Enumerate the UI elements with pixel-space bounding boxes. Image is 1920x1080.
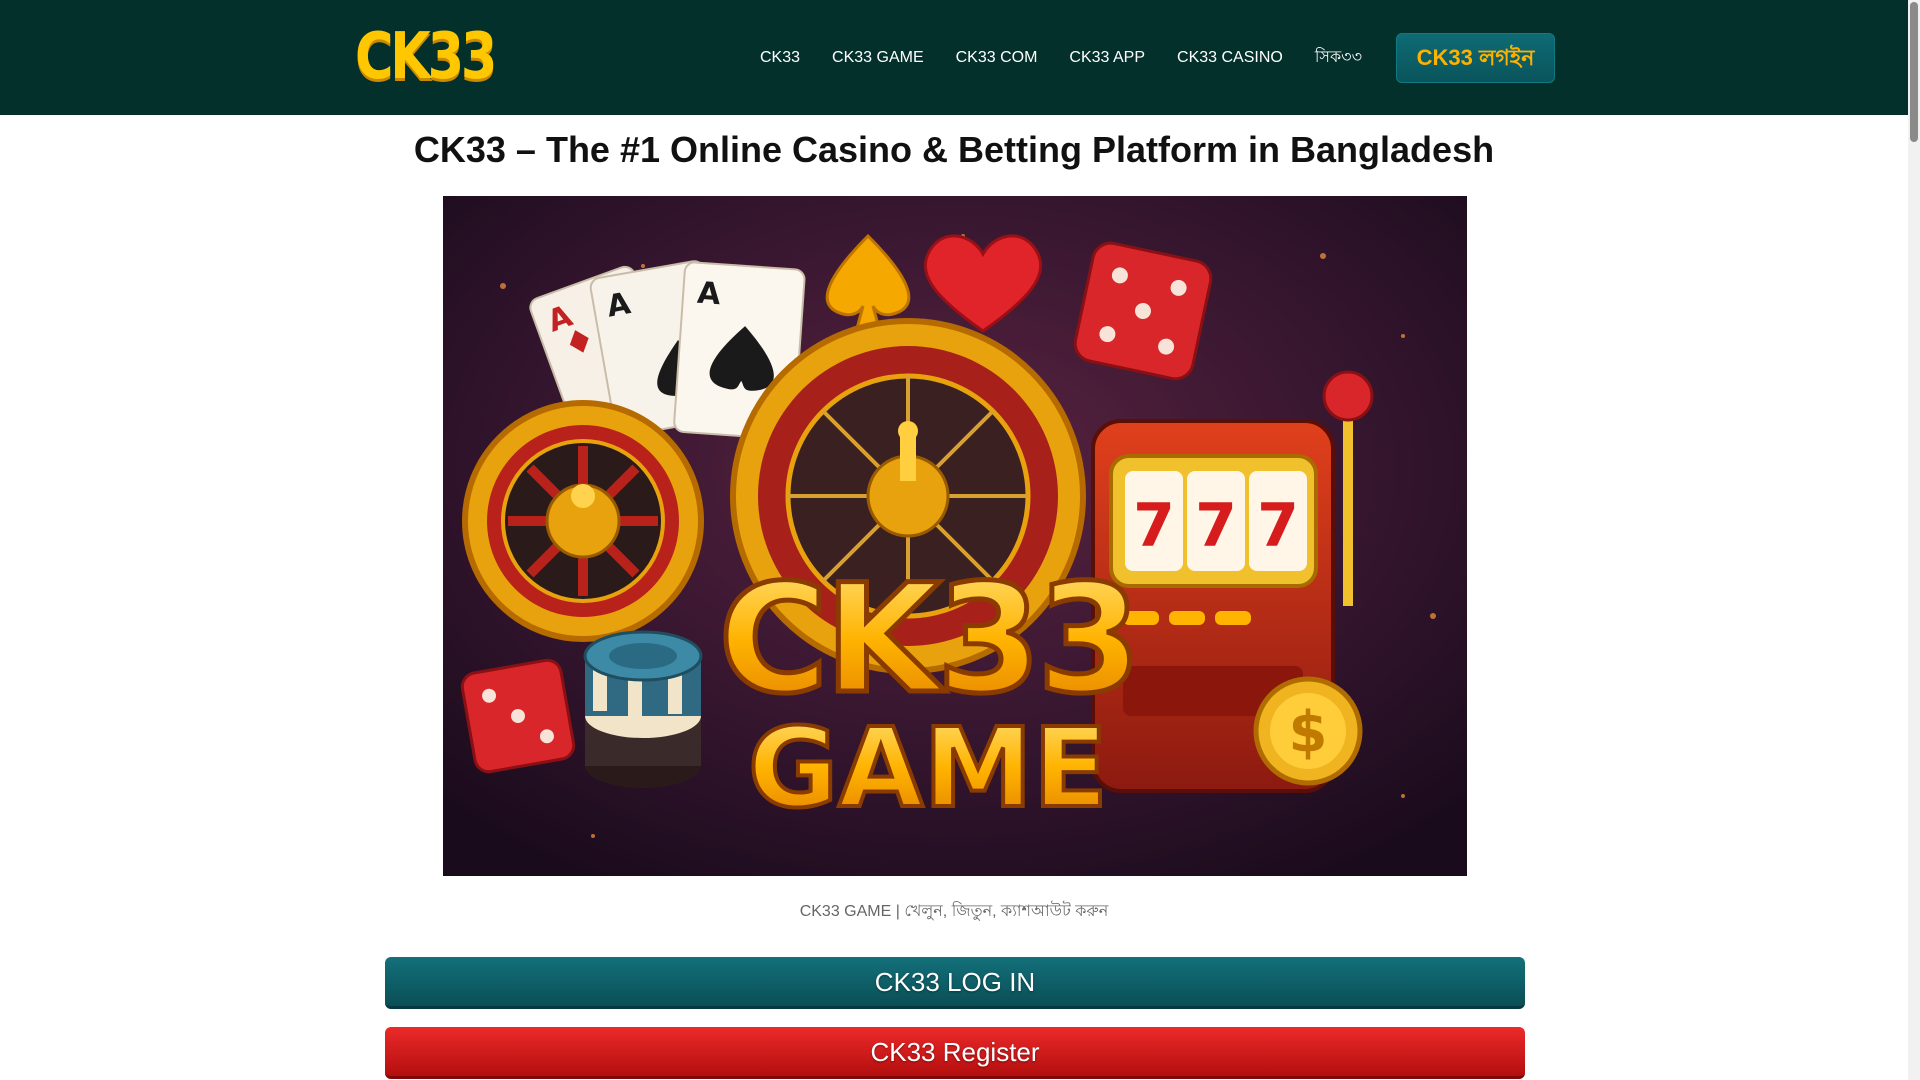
gold-coin-icon: $: [1253, 676, 1363, 786]
slot-reel-2: 7: [1195, 491, 1237, 561]
nav-item-ck33-casino[interactable]: CK33 CASINO: [1177, 49, 1283, 67]
page-scrollbar[interactable]: [1908, 0, 1920, 1080]
nav-item-ck33-game[interactable]: CK33 GAME: [832, 49, 924, 67]
hero-title-line2: GAME: [748, 704, 1108, 832]
register-cta-button[interactable]: CK33 Register: [385, 1027, 1525, 1079]
image-caption: CK33 GAME | খেলুন, জিতুন, ক্যাশআউট করুন: [799, 903, 1109, 920]
roulette-wheel-icon: [462, 400, 704, 642]
coin-symbol: $: [1289, 700, 1328, 765]
dice-icon: [1073, 241, 1213, 381]
nav-item-ck33[interactable]: CK33: [760, 49, 800, 67]
nav-item-ck33-com[interactable]: CK33 COM: [956, 49, 1038, 67]
nav-item-ck33-app[interactable]: CK33 APP: [1069, 49, 1145, 67]
card-rank-label: A: [696, 276, 722, 313]
scrollbar-thumb[interactable]: [1910, 2, 1918, 142]
header-login-button[interactable]: CK33 লগইন: [1396, 33, 1555, 83]
page-title: CK33 – The #1 Online Casino & Betting Pl…: [413, 129, 1495, 170]
slot-reel-3: 7: [1257, 491, 1299, 561]
site-header: CK33 CK33 CK33 GAME CK33 COM CK33 APP CK…: [0, 0, 1908, 115]
hero-banner-image: A A A 7 7 7 $ CK33 GAME: [443, 196, 1467, 876]
nav-item-bangla[interactable]: সিক৩৩: [1315, 44, 1362, 71]
main-nav: CK33 CK33 GAME CK33 COM CK33 APP CK33 CA…: [760, 0, 1394, 115]
site-logo[interactable]: CK33: [355, 22, 497, 92]
login-cta-button[interactable]: CK33 LOG IN: [385, 957, 1525, 1009]
chip-stack-icon: [583, 630, 703, 788]
hero-title-line1: CK33: [718, 553, 1137, 727]
dice-icon: [460, 658, 576, 774]
slot-reel-1: 7: [1133, 491, 1175, 561]
